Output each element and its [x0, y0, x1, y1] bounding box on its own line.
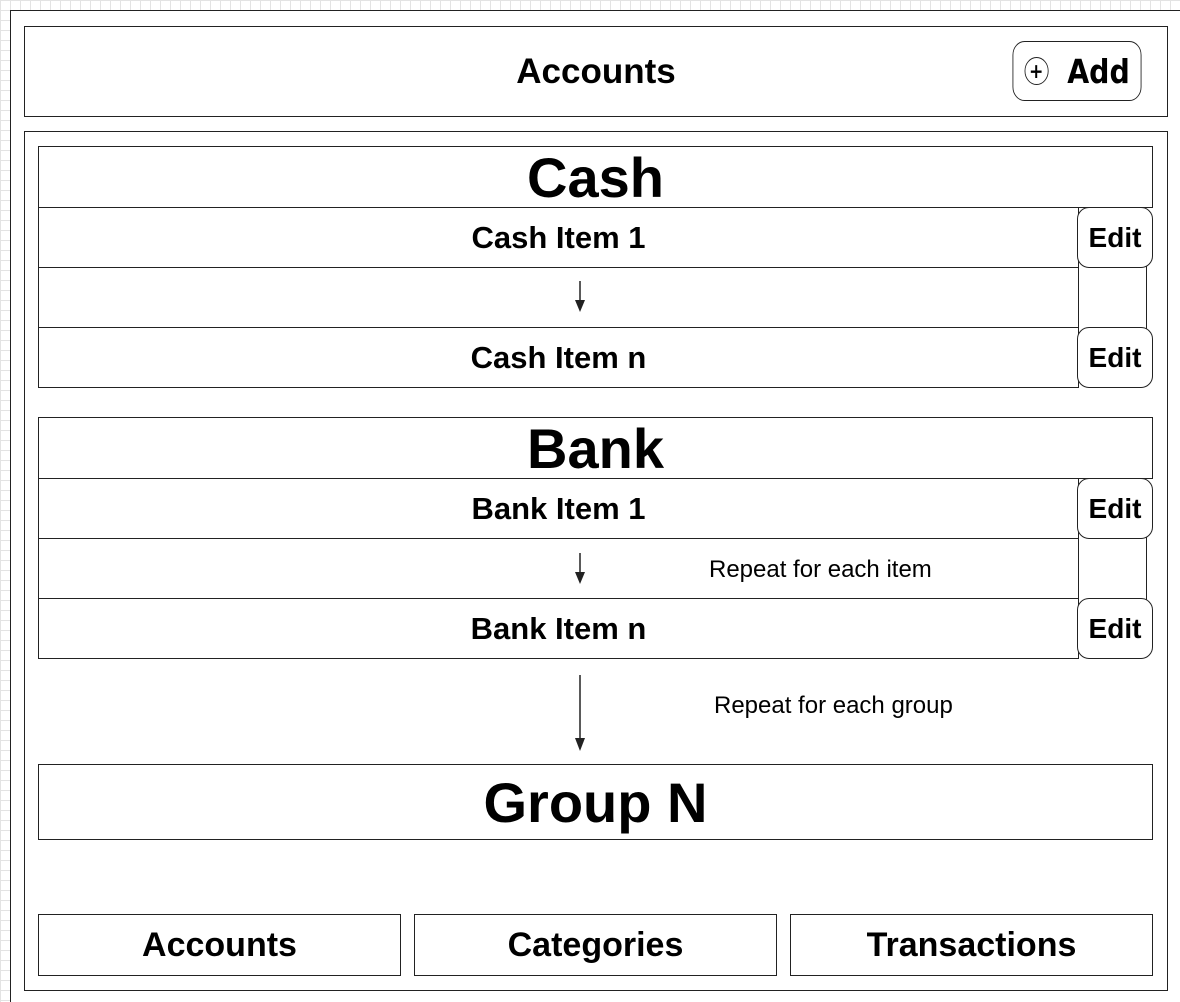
- list-item-label: Cash Item n: [470, 339, 647, 375]
- tab-label: Transactions: [866, 925, 1077, 964]
- edit-button[interactable]: Edit: [1077, 478, 1153, 539]
- list-item-cash-1[interactable]: Cash Item 1: [38, 207, 1079, 268]
- tab-transactions[interactable]: Transactions: [790, 914, 1153, 976]
- down-arrow-icon: [575, 281, 585, 312]
- group-header-bank: Bank: [38, 416, 1153, 480]
- item-connector: [1076, 533, 1147, 603]
- down-arrow-icon: [575, 675, 585, 751]
- group-header-cash: Cash: [38, 145, 1153, 209]
- list-item-label: Cash Item 1: [471, 219, 646, 255]
- tab-accounts[interactable]: Accounts: [38, 914, 401, 976]
- add-button[interactable]: + Add: [1012, 41, 1142, 101]
- page-title: Accounts: [516, 51, 676, 91]
- tab-categories[interactable]: Categories: [414, 914, 777, 976]
- list-item-cash-n[interactable]: Cash Item n: [38, 327, 1079, 388]
- group-header-n: Group N: [38, 764, 1153, 840]
- list-item-bank-1[interactable]: Bank Item 1: [38, 478, 1079, 539]
- list-placeholder: [38, 267, 1079, 328]
- repeat-item-note: Repeat for each item: [709, 556, 932, 583]
- item-connector: [1076, 262, 1147, 332]
- group-title: Group N: [483, 770, 708, 834]
- list-item-bank-n[interactable]: Bank Item n: [38, 598, 1079, 659]
- header-bar: Accounts: [24, 26, 1168, 117]
- group-title: Bank: [527, 416, 664, 480]
- edit-button[interactable]: Edit: [1077, 327, 1153, 388]
- plus-circle-icon: +: [1024, 57, 1049, 85]
- list-item-label: Bank Item 1: [471, 490, 646, 526]
- down-arrow-icon: [575, 553, 585, 584]
- list-item-label: Bank Item n: [470, 610, 647, 646]
- tab-label: Accounts: [142, 925, 297, 964]
- tab-label: Categories: [507, 925, 684, 964]
- edit-button[interactable]: Edit: [1077, 598, 1153, 659]
- repeat-group-note: Repeat for each group: [714, 692, 953, 719]
- add-button-label: Add: [1067, 51, 1130, 91]
- edit-button[interactable]: Edit: [1077, 207, 1153, 268]
- group-title: Cash: [527, 145, 664, 209]
